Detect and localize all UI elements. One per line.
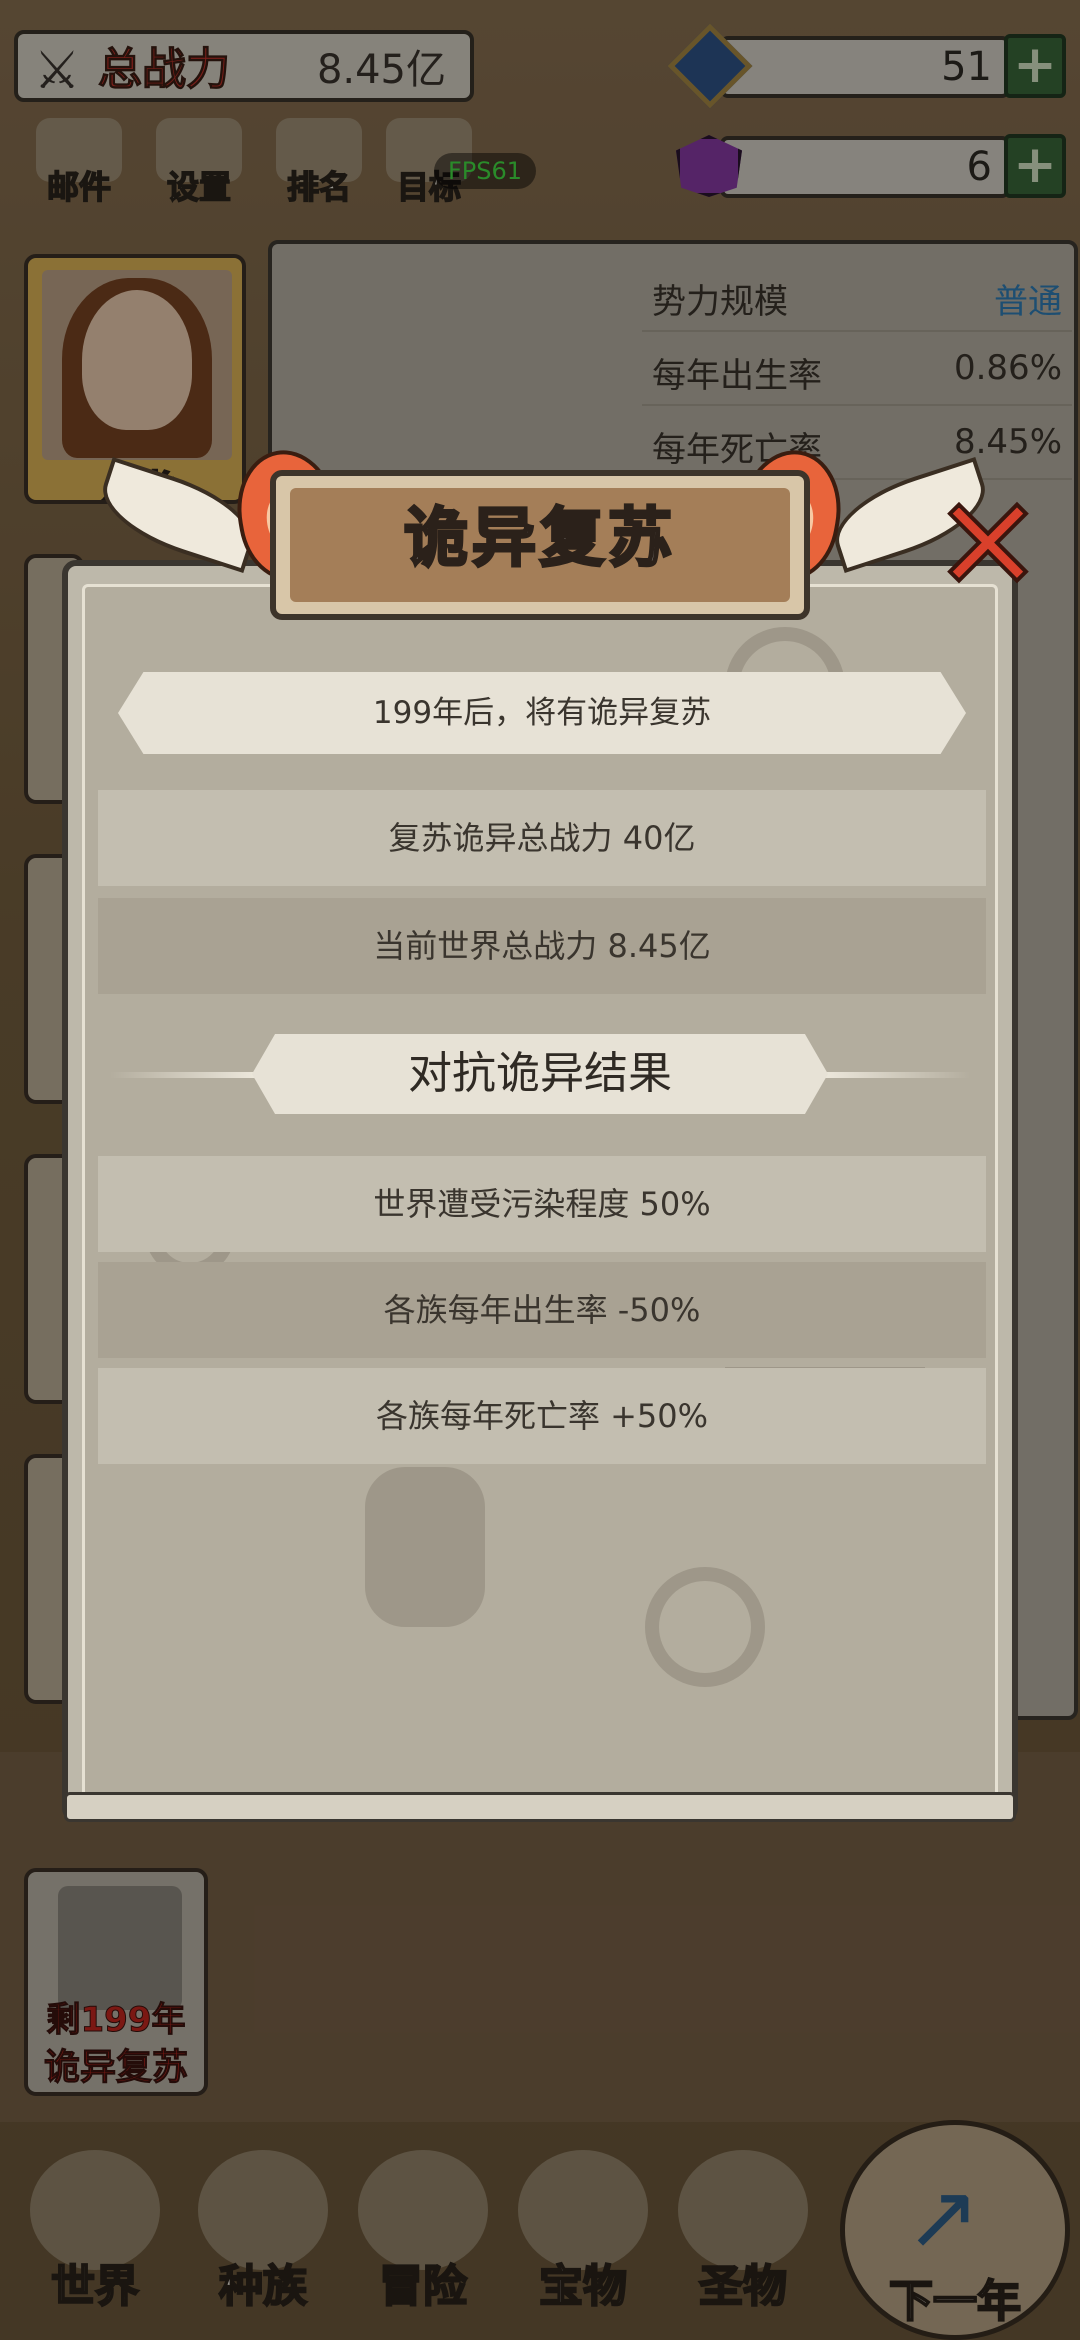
pollution-text: 世界遭受污染程度 50%	[373, 1185, 711, 1223]
death-rate-row: 各族每年死亡率 +50%	[98, 1368, 986, 1464]
close-icon[interactable]: ✕	[928, 478, 1048, 612]
result-section-header: 对抗诡异结果	[110, 1030, 970, 1120]
revive-power-row: 复苏诡异总战力 40亿	[98, 790, 986, 886]
dialog-footer-border	[64, 1792, 1016, 1822]
result-section-title: 对抗诡异结果	[408, 1048, 672, 1099]
countdown-banner: 199年后，将有诡异复苏	[118, 672, 966, 754]
death-rate-text: 各族每年死亡率 +50%	[375, 1397, 709, 1435]
pollution-row: 世界遭受污染程度 50%	[98, 1156, 986, 1252]
world-power-text: 当前世界总战力 8.45亿	[373, 927, 711, 965]
world-power-row: 当前世界总战力 8.45亿	[98, 898, 986, 994]
dialog-title-plate: 诡异复苏	[270, 470, 810, 620]
revive-power-text: 复苏诡异总战力 40亿	[388, 819, 696, 857]
birth-rate-text: 各族每年出生率 -50%	[383, 1291, 701, 1329]
birth-rate-row: 各族每年出生率 -50%	[98, 1262, 986, 1358]
countdown-text: 199年后，将有诡异复苏	[372, 695, 712, 731]
dialog-title: 诡异复苏	[403, 501, 676, 578]
